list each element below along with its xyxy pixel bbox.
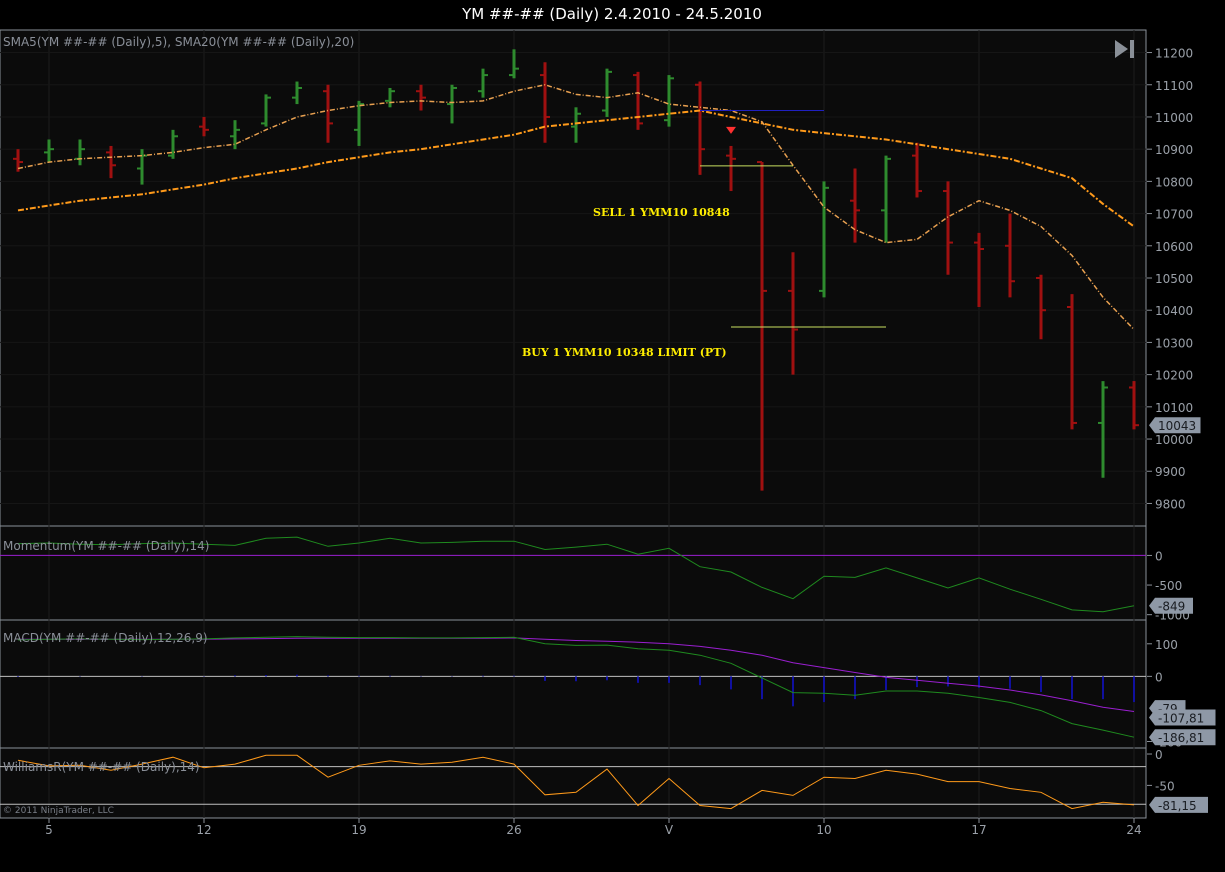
momentum-last-tag-text: -849 bbox=[1158, 600, 1185, 614]
y-tick-label: 0 bbox=[1155, 670, 1163, 684]
y-tick-label: 10100 bbox=[1155, 401, 1193, 415]
y-tick-label: -50 bbox=[1155, 779, 1175, 793]
momentum-last-tag: -849 bbox=[1149, 597, 1193, 614]
williams-panel-label: WilliamsR(YM ##-## (Daily),14) bbox=[3, 760, 200, 774]
x-tick-label: 26 bbox=[506, 823, 521, 837]
y-tick-label: 11100 bbox=[1155, 79, 1193, 93]
x-tick-label: 19 bbox=[351, 823, 366, 837]
macd-last-tag: -186,81 bbox=[1149, 729, 1216, 746]
x-tick-label: 12 bbox=[196, 823, 211, 837]
y-tick-label: 10000 bbox=[1155, 433, 1193, 447]
y-tick-label: 10200 bbox=[1155, 369, 1193, 383]
y-tick-label: 11200 bbox=[1155, 47, 1193, 61]
macd-last-tag-text: -186,81 bbox=[1158, 731, 1204, 745]
last-price-tag-text: 10043 bbox=[1158, 419, 1196, 433]
window-title: YM ##-## (Daily) 2.4.2010 - 24.5.2010 bbox=[461, 5, 762, 23]
x-tick-label: V bbox=[665, 823, 674, 837]
x-tick-label: 10 bbox=[816, 823, 831, 837]
chart-canvas[interactable]: YM ##-## (Daily) 2.4.2010 - 24.5.2010 SM… bbox=[0, 0, 1225, 872]
y-tick-label: 10300 bbox=[1155, 336, 1193, 350]
y-tick-label: 10600 bbox=[1155, 240, 1193, 254]
y-tick-label: 10900 bbox=[1155, 143, 1193, 157]
williams-last-tag: -81,15 bbox=[1149, 796, 1208, 813]
x-tick-label: 5 bbox=[45, 823, 53, 837]
x-tick-label: 17 bbox=[971, 823, 986, 837]
y-tick-label: 10400 bbox=[1155, 304, 1193, 318]
copyright: © 2011 NinjaTrader, LLC bbox=[3, 806, 114, 816]
momentum-panel-label: Momentum(YM ##-## (Daily),14) bbox=[3, 539, 209, 553]
macd-signal-tag: -107,81 bbox=[1149, 709, 1216, 726]
last-price-tag: 10043 bbox=[1149, 417, 1201, 434]
williams-last-tag-text: -81,15 bbox=[1158, 799, 1197, 813]
x-tick-label: 24 bbox=[1126, 823, 1141, 837]
price-panel-label: SMA5(YM ##-## (Daily),5), SMA20(YM ##-##… bbox=[3, 35, 354, 49]
y-tick-label: 9800 bbox=[1155, 497, 1186, 511]
y-tick-label: 0 bbox=[1155, 549, 1163, 563]
y-tick-label: -500 bbox=[1155, 579, 1182, 593]
y-tick-label: 10700 bbox=[1155, 208, 1193, 222]
y-tick-label: 0 bbox=[1155, 748, 1163, 762]
macd-panel-label: MACD(YM ##-## (Daily),12,26,9) bbox=[3, 631, 208, 645]
y-tick-label: 10800 bbox=[1155, 175, 1193, 189]
macd-signal-tag-text: -107,81 bbox=[1158, 711, 1204, 725]
y-tick-label: 11000 bbox=[1155, 111, 1193, 125]
y-tick-label: 100 bbox=[1155, 638, 1178, 652]
y-tick-label: 9900 bbox=[1155, 465, 1186, 479]
buy-trade-label: BUY 1 YMM10 10348 LIMIT (PT) bbox=[522, 346, 727, 359]
y-tick-label: 10500 bbox=[1155, 272, 1193, 286]
sell-trade-label: SELL 1 YMM10 10848 bbox=[593, 206, 730, 219]
